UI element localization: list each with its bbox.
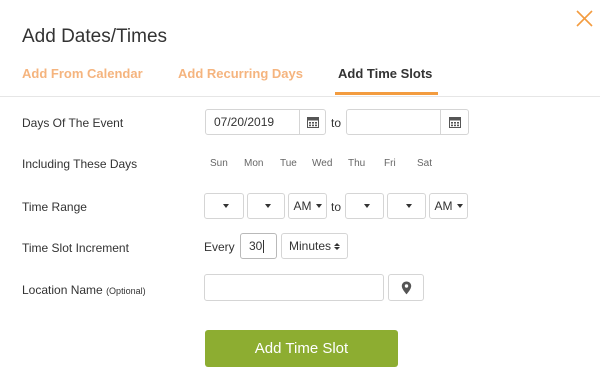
increment-value: 30 bbox=[249, 239, 263, 253]
location-input[interactable] bbox=[204, 274, 384, 301]
tab-add-recurring-days[interactable]: Add Recurring Days bbox=[178, 66, 303, 81]
tab-add-from-calendar[interactable]: Add From Calendar bbox=[22, 66, 143, 81]
close-icon[interactable] bbox=[572, 6, 598, 32]
text-cursor bbox=[263, 239, 265, 253]
end-minute-select[interactable] bbox=[387, 193, 426, 219]
increment-value-input[interactable]: 30 bbox=[240, 233, 277, 259]
date-to-label: to bbox=[331, 116, 342, 130]
map-pin-icon bbox=[401, 281, 411, 294]
increment-label: Time Slot Increment bbox=[22, 241, 129, 255]
location-pin-button[interactable] bbox=[388, 274, 424, 301]
start-minute-select[interactable] bbox=[247, 193, 285, 219]
start-date-value: 07/20/2019 bbox=[214, 115, 275, 129]
add-time-slot-button[interactable]: Add Time Slot bbox=[205, 330, 398, 367]
day-fri[interactable]: Fri bbox=[384, 158, 396, 169]
start-hour-select[interactable] bbox=[204, 193, 244, 219]
end-date-calendar-button[interactable] bbox=[440, 109, 469, 135]
location-label-text: Location Name bbox=[22, 283, 103, 297]
chevron-down-icon bbox=[405, 204, 412, 208]
end-ampm-value: AM bbox=[434, 199, 453, 213]
start-ampm-select[interactable]: AM bbox=[288, 193, 327, 219]
day-sun[interactable]: Sun bbox=[210, 158, 228, 169]
days-of-event-label: Days Of The Event bbox=[22, 116, 124, 130]
chevron-down-icon bbox=[315, 204, 322, 208]
end-date-input[interactable] bbox=[346, 109, 441, 135]
location-label: Location Name (Optional) bbox=[22, 283, 146, 297]
every-label: Every bbox=[204, 240, 235, 254]
active-tab-indicator bbox=[335, 92, 438, 95]
day-thu[interactable]: Thu bbox=[348, 158, 365, 169]
tab-add-time-slots[interactable]: Add Time Slots bbox=[338, 66, 432, 81]
time-range-label: Time Range bbox=[22, 200, 87, 214]
add-dates-times-dialog: Add Dates/Times Add From Calendar Add Re… bbox=[0, 0, 600, 391]
chevron-down-icon bbox=[223, 204, 229, 208]
calendar-icon bbox=[448, 117, 461, 128]
end-ampm-select[interactable]: AM bbox=[429, 193, 468, 219]
day-mon[interactable]: Mon bbox=[244, 158, 263, 169]
start-ampm-value: AM bbox=[293, 199, 312, 213]
end-hour-select[interactable] bbox=[345, 193, 384, 219]
including-days-label: Including These Days bbox=[22, 157, 138, 171]
increment-unit-value: Minutes bbox=[288, 239, 332, 253]
calendar-icon bbox=[306, 117, 319, 128]
start-date-input[interactable]: 07/20/2019 bbox=[205, 109, 300, 135]
up-down-caret-icon bbox=[334, 242, 341, 250]
chevron-down-icon bbox=[265, 204, 271, 208]
increment-unit-select[interactable]: Minutes bbox=[281, 233, 348, 259]
divider bbox=[0, 96, 600, 97]
dialog-title: Add Dates/Times bbox=[22, 26, 168, 47]
start-date-calendar-button[interactable] bbox=[299, 109, 326, 135]
chevron-down-icon bbox=[456, 204, 463, 208]
optional-label: (Optional) bbox=[106, 286, 146, 296]
day-wed[interactable]: Wed bbox=[312, 158, 332, 169]
chevron-down-icon bbox=[363, 204, 370, 208]
time-to-label: to bbox=[331, 200, 342, 214]
day-tue[interactable]: Tue bbox=[280, 158, 297, 169]
tab-bar: Add From Calendar Add Recurring Days Add… bbox=[0, 66, 600, 96]
day-sat[interactable]: Sat bbox=[417, 158, 432, 169]
